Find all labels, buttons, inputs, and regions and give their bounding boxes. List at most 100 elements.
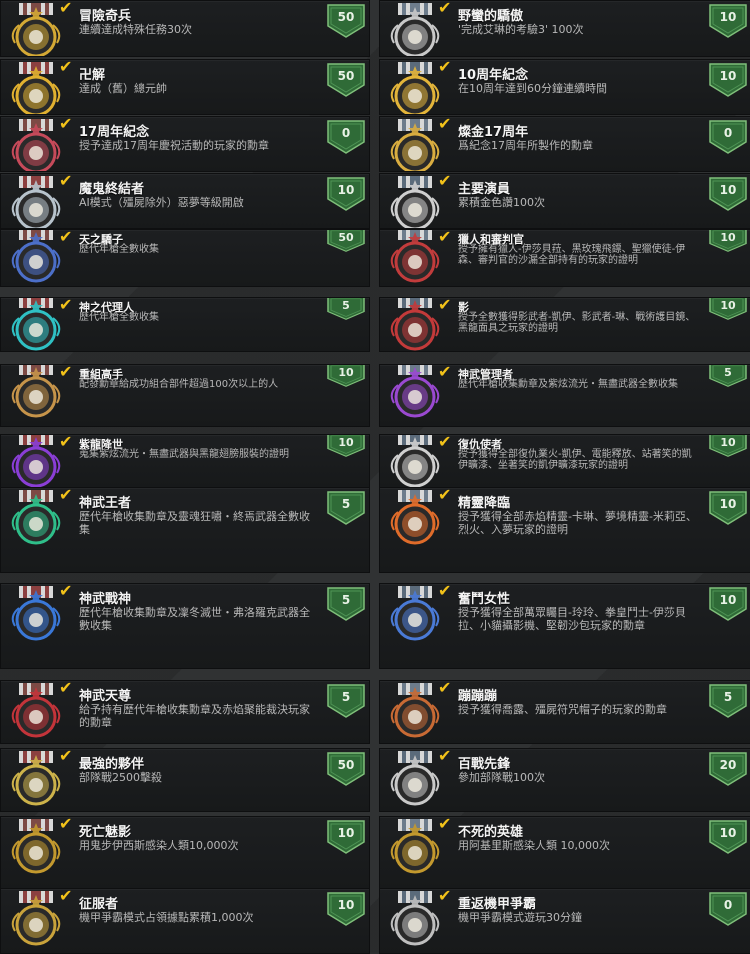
checkmark-icon: ✔ xyxy=(59,297,73,314)
achievement-card[interactable]: ✔ 魔鬼終結者 AI模式（殭屍除外）惡夢等級開啟 10 xyxy=(0,173,370,229)
checkmark-icon: ✔ xyxy=(438,229,452,246)
points-value: 50 xyxy=(337,69,355,83)
points-value: 0 xyxy=(723,126,733,140)
achievement-card[interactable]: ✔ 神之代理人 歷代年槍全數收集 5 xyxy=(0,297,370,352)
achievement-card[interactable]: ✔ 最強的夥伴 部隊戰2500擊殺 50 xyxy=(0,748,370,812)
achievement-card[interactable]: ✔ 奮鬥女性 授予獲得全部萬眾矚目-玲玲、拳皇鬥士-伊莎貝拉、小貓攝影機、堅韌沙包玩… xyxy=(379,583,750,669)
achievement-description: 爲紀念17周年所製作的勳章 xyxy=(458,139,593,152)
points-value: 10 xyxy=(338,366,354,379)
gold-17-medal-icon xyxy=(384,119,446,171)
achievement-card[interactable]: ✔ 紫龍降世 蒐集紫炫流光・無盡武器與黑龍翅膀服裝的證明 10 xyxy=(0,434,370,488)
achievement-description: AI模式（殭屍除外）惡夢等級開啟 xyxy=(79,196,244,209)
achievement-card[interactable]: ✔ 死亡魅影 用鬼步伊西斯感染人類10,000次 10 xyxy=(0,816,370,890)
achievement-card[interactable]: ✔ 重組高手 配發勳章給成功組合部件超過100次以上的人 10 xyxy=(0,364,370,427)
purple-orb-medal-icon xyxy=(5,435,67,487)
points-value: 10 xyxy=(720,299,736,312)
teal-crest-medal-icon xyxy=(5,298,67,351)
checkmark-icon: ✔ xyxy=(59,487,73,504)
achievement-card[interactable]: ✔ 神武王者 歷代年槍收集勳章及靈魂狂嘯・終焉武器全數收集 5 xyxy=(0,487,370,573)
achievement-card[interactable]: ✔ 神武天尊 給予持有歷代年槍收集勳章及赤焰聚能裁決玩家的勳章 5 xyxy=(0,680,370,744)
achievement-title: 不死的英雄 xyxy=(458,825,524,840)
achievement-description: 用阿基里斯感染人類 10,000次 xyxy=(458,839,610,852)
silver-mech-medal-icon xyxy=(384,891,446,947)
achievement-card[interactable]: ✔ 影授予全數獲得影武者-凱伊、影武者-琳、戰術護目鏡、黑龍面具之玩家的證明 10 xyxy=(379,297,750,352)
achievement-card[interactable]: ✔ 天之驕子 歷代年槍全數收集 50 xyxy=(0,229,370,287)
100th-rifles-medal-icon xyxy=(384,751,446,807)
achievement-description: 歷代年槍收集勳章及紫炫流光・無盡武器全數收集 xyxy=(458,379,678,390)
fire-wing-medal-icon xyxy=(384,490,446,546)
points-badge: 10 xyxy=(709,177,747,211)
trophy-100-medal-icon xyxy=(384,176,446,228)
achievement-description: 給予持有歷代年槍收集勳章及赤焰聚能裁決玩家的勳章 xyxy=(79,703,310,729)
checkmark-icon: ✔ xyxy=(59,888,73,905)
points-badge: 50 xyxy=(327,4,365,38)
achievement-card[interactable]: ✔ 復仇使者 授予獲得全部復仇業火-凱伊、電能釋放、站著笑的凱伊曠漆、坐著笑的凱伊曠… xyxy=(379,434,750,488)
achievement-card[interactable]: ✔ 燦金17周年 爲紀念17周年所製作的勳章 0 xyxy=(379,116,750,172)
points-value: 50 xyxy=(337,10,355,24)
points-value: 5 xyxy=(341,497,351,511)
achievement-title: 神武王者 xyxy=(79,496,132,511)
silver-emblem-medal-icon xyxy=(5,176,67,228)
achievement-title: 野蠻的驕傲 xyxy=(458,9,524,24)
achievement-card[interactable]: ✔ 不死的英雄 用阿基里斯感染人類 10,000次 10 xyxy=(379,816,750,890)
checkmark-icon: ✔ xyxy=(438,0,452,17)
checkmark-icon: ✔ xyxy=(59,229,73,246)
achievement-description: 用鬼步伊西斯感染人類10,000次 xyxy=(79,839,239,852)
achievement-card[interactable]: ✔ 17周年紀念 授予達成17周年慶祝活動的玩家的勳章 0 xyxy=(0,116,370,172)
purple-crest-medal-icon xyxy=(384,365,446,419)
achievement-description: 機甲爭霸模式占領據點累積1,000次 xyxy=(79,911,254,924)
points-badge: 10 xyxy=(709,820,747,854)
achievement-card[interactable]: ✔ 精靈降臨 授予獲得全部赤焰精靈-卡琳、夢境精靈-米莉亞、烈火、入夢玩家的證明 1… xyxy=(379,487,750,573)
points-value: 5 xyxy=(342,299,350,312)
skull-medal-icon xyxy=(5,3,67,56)
checkmark-icon: ✔ xyxy=(438,434,452,451)
achievement-title: 死亡魅影 xyxy=(79,825,132,840)
achievement-title: 神武天尊 xyxy=(79,689,132,704)
points-badge: 5 xyxy=(327,587,365,621)
points-badge: 10 xyxy=(327,892,365,926)
achievement-description: 歷代年槍全數收集 xyxy=(79,244,159,255)
points-badge: 10 xyxy=(327,435,365,457)
points-value: 20 xyxy=(719,758,737,772)
achievement-card[interactable]: ✔ 神武管理者 歷代年槍收集勳章及紫炫流光・無盡武器全數收集 5 xyxy=(379,364,750,427)
achievement-title: 重返機甲爭霸 xyxy=(458,897,537,912)
achievement-description: 授予擁有獵人-伊莎貝菈、黑玫瑰飛鏢、聖獵使徒-伊森、審判官的沙漏全部持有的玩家的… xyxy=(458,244,686,266)
points-value: 10 xyxy=(719,10,737,24)
points-badge: 10 xyxy=(709,587,747,621)
achievement-title: 最強的夥伴 xyxy=(79,757,145,772)
hero-portrait-medal-icon xyxy=(384,819,446,875)
achievement-card[interactable]: ✔ 獵人和審判官 授予擁有獵人-伊莎貝菈、黑玫瑰飛鏢、聖獵使徒-伊森、審判官的沙漏全… xyxy=(379,229,750,287)
achievement-description: 累積金色讚100次 xyxy=(458,196,545,209)
achievement-description: 授予達成17周年慶祝活動的玩家的勳章 xyxy=(79,139,269,152)
achievement-title: 魔鬼終結者 xyxy=(79,182,145,197)
shield-fist-medal-icon xyxy=(384,586,446,642)
achievement-card[interactable]: ✔ 卍解 達成（舊）總元帥 50 xyxy=(0,59,370,115)
achievement-card[interactable]: ✔ 蹦蹦蹦 授予獲得喬露、殭屍符咒帽子的玩家的勳章 5 xyxy=(379,680,750,744)
checkmark-icon: ✔ xyxy=(438,297,452,314)
checkmark-icon: ✔ xyxy=(59,816,73,833)
achievement-card[interactable]: ✔ 神武戰神 歷代年槍收集勳章及凜冬滅世・弗洛羅克武器全數收集 5 xyxy=(0,583,370,669)
points-badge: 10 xyxy=(327,365,365,387)
achievement-card[interactable]: ✔ 征服者 機甲爭霸模式占領據點累積1,000次 10 xyxy=(0,888,370,954)
points-value: 5 xyxy=(341,690,351,704)
achievement-title: 精靈降臨 xyxy=(458,496,511,511)
achievement-description: 歷代年槍全數收集 xyxy=(79,312,159,323)
achievement-description: 授予獲得喬露、殭屍符咒帽子的玩家的勳章 xyxy=(458,703,667,716)
blue-crest-medal-icon xyxy=(5,586,67,642)
points-badge: 10 xyxy=(709,63,747,97)
achievement-card[interactable]: ✔ 主要演員 累積金色讚100次 10 xyxy=(379,173,750,229)
achievement-card[interactable]: ✔ 10周年紀念 在10周年達到60分鐘連續時間 10 xyxy=(379,59,750,115)
achievement-description: 歷代年槍收集勳章及靈魂狂嘯・終焉武器全數收集 xyxy=(79,510,310,536)
achievement-card[interactable]: ✔ 野蠻的驕傲 '完成艾琳的考驗3' 100次 10 xyxy=(379,0,750,57)
bronze-ring-medal-icon xyxy=(5,365,67,419)
achievement-card[interactable]: ✔ 百戰先鋒 參加部隊戰100次 20 xyxy=(379,748,750,812)
royal-crest-medal-icon xyxy=(5,230,67,284)
achievement-card[interactable]: ✔ 重返機甲爭霸 機甲爭霸模式遊玩30分鐘 0 xyxy=(379,888,750,954)
achievement-title: 奮鬥女性 xyxy=(458,592,511,607)
achievement-card[interactable]: ✔ 冒險奇兵 連續達成特殊任務30次 50 xyxy=(0,0,370,57)
checkmark-icon: ✔ xyxy=(438,816,452,833)
gold-10-medal-icon xyxy=(384,62,446,114)
red-crest-medal-icon xyxy=(5,683,67,739)
checkmark-icon: ✔ xyxy=(438,173,452,190)
checkmark-icon: ✔ xyxy=(59,0,73,17)
